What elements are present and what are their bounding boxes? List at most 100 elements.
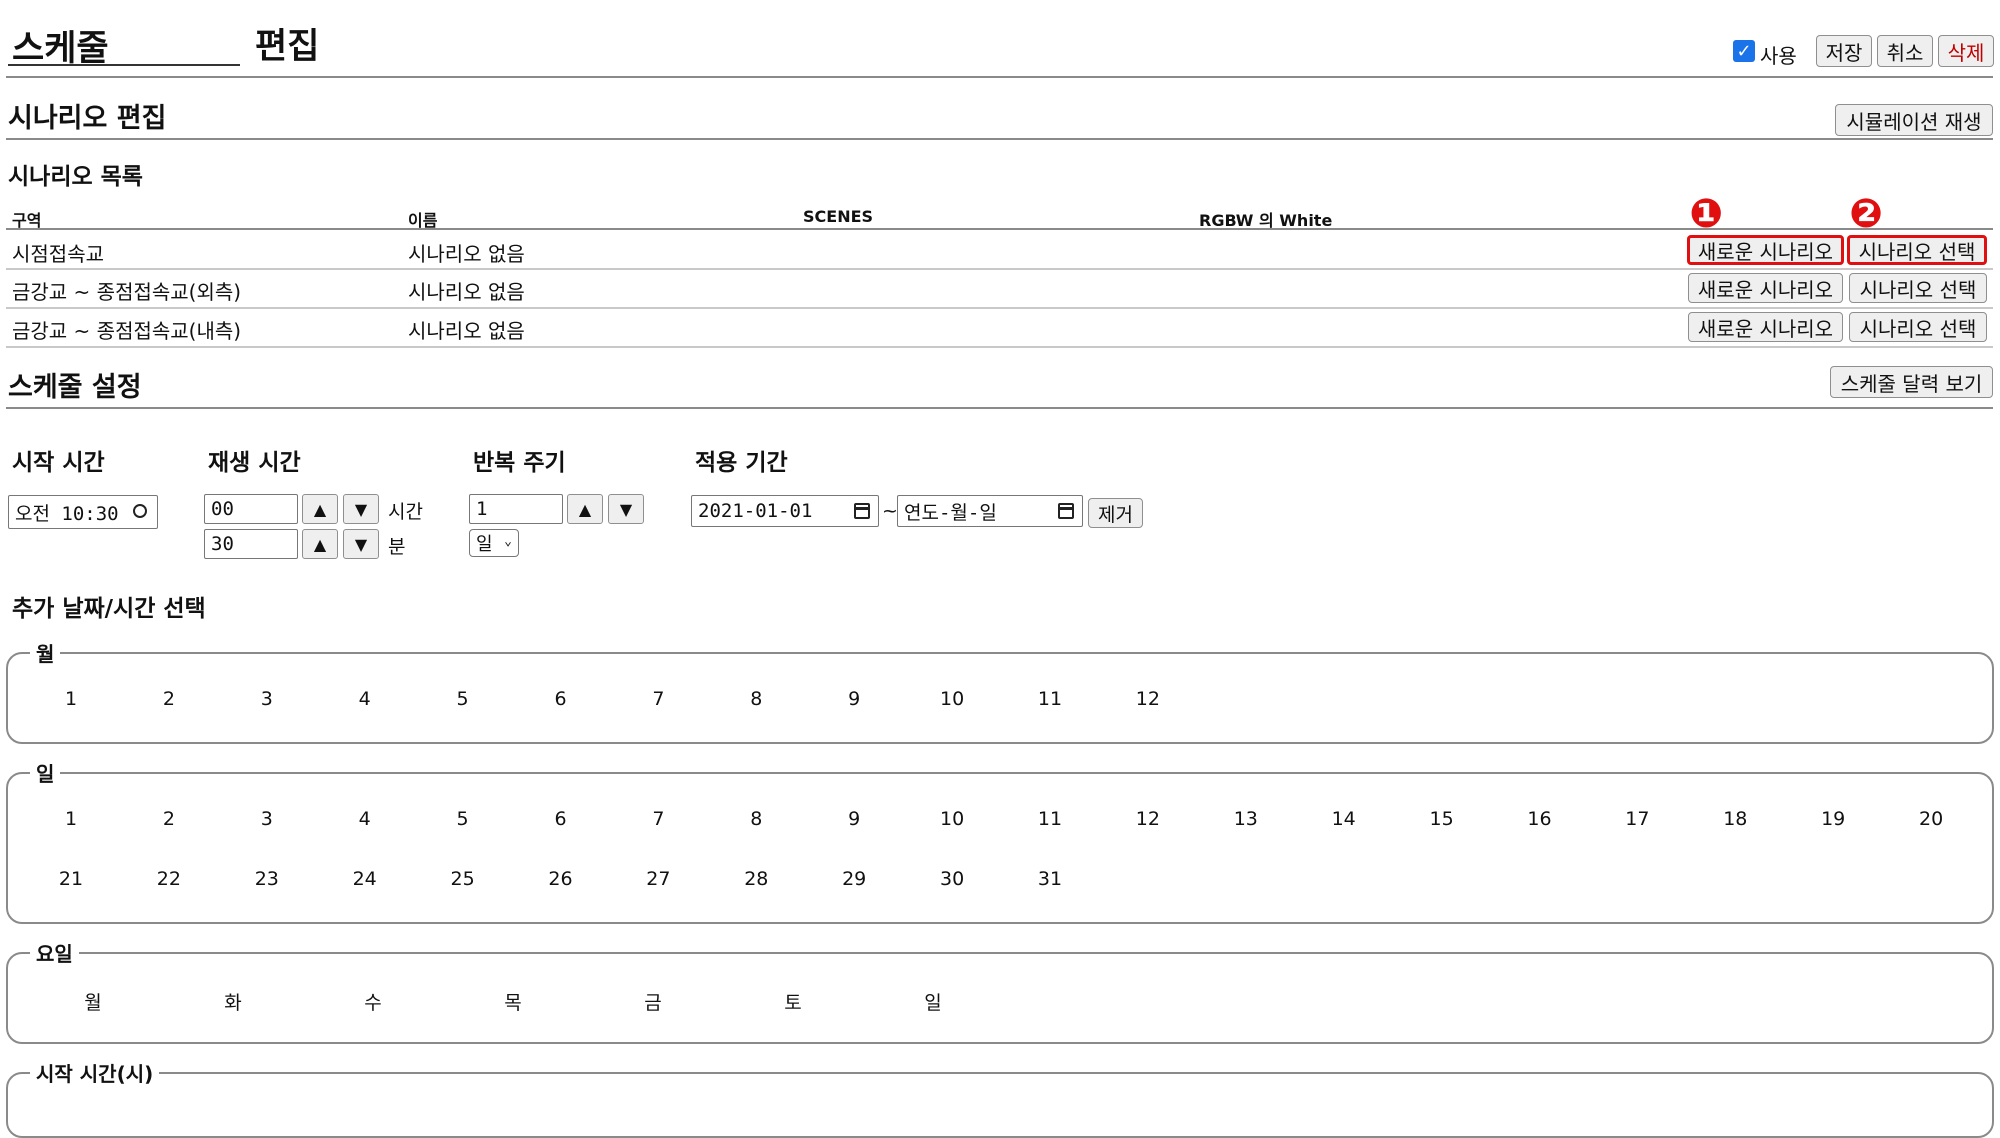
scenario-name-cell: 시나리오 없음 <box>408 280 525 304</box>
start-hour-legend: 시작 시간(시) <box>36 1062 154 1086</box>
month-option[interactable]: 1 <box>41 688 101 710</box>
schedule-title-input[interactable]: 스케줄 <box>8 20 240 69</box>
weekday-option[interactable]: 화 <box>203 988 263 1015</box>
repeat-unit-select[interactable]: 일 ⌄ <box>469 529 519 557</box>
day-option[interactable]: 24 <box>335 868 395 890</box>
day-option[interactable]: 6 <box>531 808 591 830</box>
hours-up-button[interactable]: ▲ <box>302 494 338 524</box>
day-option[interactable]: 7 <box>628 808 688 830</box>
day-option[interactable]: 30 <box>922 868 982 890</box>
select-scenario-button[interactable]: 시나리오 선택 <box>1847 235 1987 265</box>
month-option[interactable]: 9 <box>824 688 884 710</box>
month-option[interactable]: 8 <box>726 688 786 710</box>
day-option[interactable]: 17 <box>1607 808 1667 830</box>
day-option[interactable]: 20 <box>1901 808 1961 830</box>
clock-icon <box>133 504 147 518</box>
select-scenario-button[interactable]: 시나리오 선택 <box>1849 273 1987 303</box>
select-scenario-button[interactable]: 시나리오 선택 <box>1849 312 1987 342</box>
day-option[interactable]: 10 <box>922 808 982 830</box>
minutes-input[interactable]: 30 <box>204 529 298 559</box>
day-option[interactable]: 19 <box>1803 808 1863 830</box>
day-selector: 일 <box>6 758 1994 924</box>
new-scenario-button[interactable]: 새로운 시나리오 <box>1687 235 1844 265</box>
calendar-icon <box>1058 503 1074 519</box>
day-option[interactable]: 26 <box>531 868 591 890</box>
month-option[interactable]: 10 <box>922 688 982 710</box>
schedule-settings-heading: 스케줄 설정 <box>8 372 142 403</box>
day-option[interactable]: 3 <box>237 808 297 830</box>
page-title-suffix: 편집 <box>255 27 320 67</box>
hours-input[interactable]: 00 <box>204 494 298 524</box>
calendar-icon <box>854 503 870 519</box>
weekday-option[interactable]: 일 <box>903 988 963 1015</box>
day-option[interactable]: 12 <box>1118 808 1178 830</box>
divider <box>6 76 1993 78</box>
day-option[interactable]: 21 <box>41 868 101 890</box>
day-option[interactable]: 31 <box>1020 868 1080 890</box>
day-option[interactable]: 16 <box>1510 808 1570 830</box>
period-end-input[interactable]: 연도-월-일 <box>897 495 1083 527</box>
zone-cell: 금강교 ~ 종점접속교(내측) <box>12 319 242 343</box>
day-option[interactable]: 14 <box>1314 808 1374 830</box>
start-time-input[interactable]: 오전 10:30 <box>8 495 158 529</box>
day-option[interactable]: 1 <box>41 808 101 830</box>
day-option[interactable]: 8 <box>726 808 786 830</box>
period-label: 적용 기간 <box>695 450 788 476</box>
month-option[interactable]: 7 <box>628 688 688 710</box>
month-option[interactable]: 2 <box>139 688 199 710</box>
month-option[interactable]: 12 <box>1118 688 1178 710</box>
hours-down-button[interactable]: ▼ <box>343 494 379 524</box>
repeat-down-button[interactable]: ▼ <box>608 494 644 524</box>
period-separator: ~ <box>882 500 898 522</box>
month-option[interactable]: 3 <box>237 688 297 710</box>
scenario-edit-heading: 시나리오 편집 <box>8 103 167 134</box>
simulation-play-button[interactable]: 시뮬레이션 재생 <box>1835 104 1993 136</box>
new-scenario-button[interactable]: 새로운 시나리오 <box>1688 312 1843 342</box>
save-button[interactable]: 저장 <box>1816 35 1872 67</box>
weekday-option[interactable]: 수 <box>343 988 403 1015</box>
day-option[interactable]: 22 <box>139 868 199 890</box>
weekday-option[interactable]: 토 <box>763 988 823 1015</box>
day-option[interactable]: 27 <box>628 868 688 890</box>
day-option[interactable]: 5 <box>433 808 493 830</box>
column-header-scenes: SCENES <box>803 207 874 226</box>
weekday-selector: 요일 <box>6 938 1994 1044</box>
day-option[interactable]: 15 <box>1412 808 1472 830</box>
new-scenario-button[interactable]: 새로운 시나리오 <box>1688 273 1843 303</box>
weekday-option[interactable]: 금 <box>623 988 683 1015</box>
start-time-label: 시작 시간 <box>12 450 105 476</box>
day-option[interactable]: 9 <box>824 808 884 830</box>
cancel-button[interactable]: 취소 <box>1877 35 1933 67</box>
day-option[interactable]: 4 <box>335 808 395 830</box>
month-option[interactable]: 11 <box>1020 688 1080 710</box>
repeat-up-button[interactable]: ▲ <box>567 494 603 524</box>
scenario-name-cell: 시나리오 없음 <box>408 319 525 343</box>
day-option[interactable]: 23 <box>237 868 297 890</box>
period-start-input[interactable]: 2021-01-01 <box>691 495 879 527</box>
day-option[interactable]: 11 <box>1020 808 1080 830</box>
minutes-down-button[interactable]: ▼ <box>343 529 379 559</box>
use-checkbox[interactable]: ✓ <box>1733 40 1755 62</box>
extra-selection-heading: 추가 날짜/시간 선택 <box>12 596 206 622</box>
day-option[interactable]: 29 <box>824 868 884 890</box>
schedule-calendar-button[interactable]: 스케줄 달력 보기 <box>1830 366 1993 398</box>
delete-button[interactable]: 삭제 <box>1938 35 1994 67</box>
minutes-up-button[interactable]: ▲ <box>302 529 338 559</box>
month-option[interactable]: 5 <box>433 688 493 710</box>
month-selector: 월 <box>6 638 1994 744</box>
repeat-input[interactable]: 1 <box>469 494 563 524</box>
day-option[interactable]: 18 <box>1705 808 1765 830</box>
weekday-option[interactable]: 월 <box>63 988 123 1015</box>
month-option[interactable]: 4 <box>335 688 395 710</box>
day-option[interactable]: 28 <box>726 868 786 890</box>
divider <box>6 407 1993 409</box>
remove-period-button[interactable]: 제거 <box>1088 498 1143 528</box>
month-option[interactable]: 6 <box>531 688 591 710</box>
weekday-option[interactable]: 목 <box>483 988 543 1015</box>
day-option[interactable]: 25 <box>433 868 493 890</box>
day-legend: 일 <box>36 762 55 786</box>
day-option[interactable]: 13 <box>1216 808 1276 830</box>
use-label: 사용 <box>1760 44 1797 68</box>
day-option[interactable]: 2 <box>139 808 199 830</box>
chevron-down-icon: ⌄ <box>504 534 512 549</box>
